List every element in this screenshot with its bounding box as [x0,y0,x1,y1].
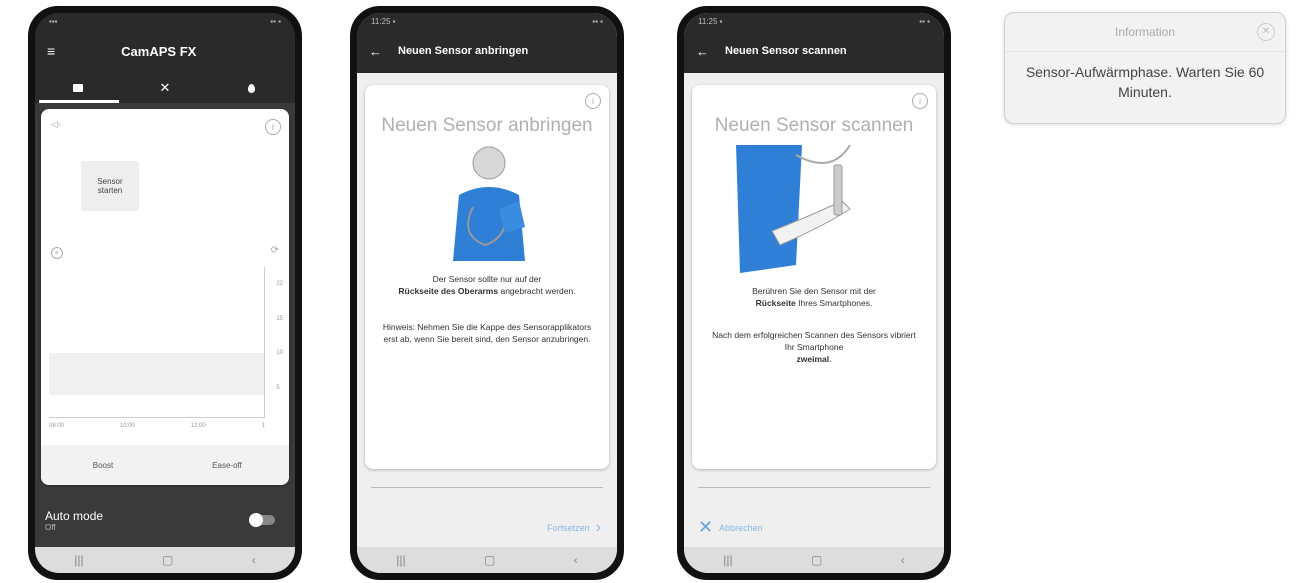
recent-apps-icon[interactable]: ||| [723,553,732,567]
glucose-chart [49,267,265,418]
instruction-text-2: Nach dem erfolgreichen Scannen des Senso… [712,330,916,364]
x-tick: 08:00 [49,423,65,429]
phone-attach-sensor: 11:25 ▪ ▪▪ ▪ ← Neuen Sensor anbringen i N… [350,6,624,580]
home-nav-icon[interactable]: ▢ [484,553,495,567]
y-tick: 5 [276,384,280,391]
auto-mode-toggle[interactable] [249,513,275,527]
continue-label: Fortsetzen [547,523,590,533]
continue-button[interactable]: Fortsetzen › [547,519,601,537]
instruction-text-2: Hinweis: Nehmen Sie die Kappe des Sensor… [382,322,592,344]
card-title: Neuen Sensor scannen [714,115,914,136]
boost-button[interactable]: Boost [41,445,165,485]
close-icon: ✕ [698,517,714,537]
recent-apps-icon[interactable]: ||| [396,553,405,567]
tab-indicator [39,100,119,103]
cancel-button[interactable]: ✕ Abbrechen [698,517,763,538]
back-nav-icon[interactable]: ‹ [901,553,905,567]
info-icon[interactable]: i [585,93,601,109]
instruction-card: i Neuen Sensor scannen Berühren Sie den … [692,85,936,469]
home-icon [73,84,84,92]
app-bar: ← Neuen Sensor anbringen [357,29,617,73]
instruction-card: i Neuen Sensor anbringen Der Sensor soll… [365,85,609,469]
scan-illustration [736,145,851,273]
info-icon[interactable]: i [265,119,281,135]
start-sensor-label-line1: Sensor [97,177,123,186]
instruction-1-pre: Berühren Sie den Sensor mit der [752,286,876,296]
android-nav-bar: ||| ▢ ‹ [35,547,295,573]
drop-icon [248,83,256,93]
target-range-band [49,353,264,395]
back-arrow-icon[interactable]: ← [696,44,709,59]
tab-insulin[interactable] [208,73,295,103]
app-title: CamAPS FX [121,43,197,59]
app-bar: ← Neuen Sensor scannen [684,29,944,73]
x-tick: 10:00 [119,423,135,429]
card-title: Neuen Sensor anbringen [381,115,593,136]
dialog-message: Sensor-Aufwärmphase. Warten Sie 60 Minut… [1025,64,1265,100]
home-nav-icon[interactable]: ▢ [811,553,822,567]
toggle-knob [249,513,263,527]
y-tick: 15 [276,315,283,322]
android-nav-bar: ||| ▢ ‹ [357,547,617,573]
tab-bar: ✕ [35,73,295,103]
close-icon[interactable]: ✕ [1257,23,1275,41]
chevron-right-icon: › [595,519,601,536]
instruction-text-1: Der Sensor sollte nur auf der Rückseite … [381,273,593,297]
y-tick: 22 [276,281,283,287]
instruction-text-1: Berühren Sie den Sensor mit der Rückseit… [708,285,920,309]
y-axis-labels: 22 15 10 5 [276,281,283,391]
x-axis-labels: 08:00 10:00 12:00 1 [49,423,265,429]
auto-mode-row: Auto mode Off [45,509,285,532]
dialog-header: Information ✕ [1005,13,1285,52]
information-dialog: Information ✕ Sensor-Aufwärmphase. Warte… [1004,12,1286,124]
back-nav-icon[interactable]: ‹ [574,553,578,567]
android-nav-bar: ||| ▢ ‹ [684,547,944,573]
bolus-buttons: Boost Ease-off [41,445,289,485]
back-nav-icon[interactable]: ‹ [252,553,256,567]
status-bar: 11:25 ▪ ▪▪ ▪ [357,13,617,29]
y-tick: 10 [276,350,283,357]
status-bar: 11:25 ▪ ▪▪ ▪ [684,13,944,29]
auto-mode-state: Off [45,523,56,532]
x-tick: 12:00 [190,423,206,429]
instruction-1-pre: Der Sensor sollte nur auf der [432,274,542,284]
start-sensor-button[interactable]: Sensor starten [81,161,139,211]
ease-off-button[interactable]: Ease-off [165,445,289,485]
x-tick: 1 [261,423,265,429]
add-icon[interactable]: + [51,247,63,259]
cancel-label: Abbrechen [719,522,763,533]
instruction-2-pre: Nach dem erfolgreichen Scannen des Senso… [712,330,916,352]
progress-divider [698,487,930,488]
recent-apps-icon[interactable]: ||| [74,553,83,567]
back-arrow-icon[interactable]: ← [369,44,382,59]
appbar-title: Neuen Sensor scannen [725,45,847,57]
instruction-1-bold: Rückseite des Oberarms [398,286,499,296]
appbar-title: Neuen Sensor anbringen [398,45,529,57]
glucose-card: ◁▫ i Sensor starten + ⟳ 22 15 10 5 08:00… [41,109,289,485]
hamburger-icon[interactable]: ≡ [47,43,55,59]
instruction-2-bold: zweimal [796,354,830,364]
tab-meals[interactable]: ✕ [122,73,209,103]
tab-home[interactable] [35,73,122,103]
start-sensor-label-line2: starten [97,186,123,195]
status-bar: ▪▪▪ ▪▪ ▪ [35,13,295,29]
home-nav-icon[interactable]: ▢ [162,553,173,567]
sensor-icon: ◁▫ [51,119,62,129]
instruction-1-post: angebracht werden. [500,286,576,296]
refresh-icon[interactable]: ⟳ [271,245,279,256]
phone-scan-sensor: 11:25 ▪ ▪▪ ▪ ← Neuen Sensor scannen i Neu… [677,6,951,580]
app-bar: ≡ CamAPS FX [35,29,295,73]
phone-camaps-home: ▪▪▪ ▪▪ ▪ ≡ CamAPS FX ✕ ◁▫ i Sensor starte… [28,6,302,580]
info-icon[interactable]: i [912,93,928,109]
arm-illustration [453,146,525,261]
instruction-1-bold: Rückseite [755,298,796,308]
dialog-title: Information [1114,25,1176,39]
progress-divider [371,487,603,488]
instruction-1-post: Ihres Smartphones. [798,298,873,308]
cutlery-icon: ✕ [159,80,171,95]
